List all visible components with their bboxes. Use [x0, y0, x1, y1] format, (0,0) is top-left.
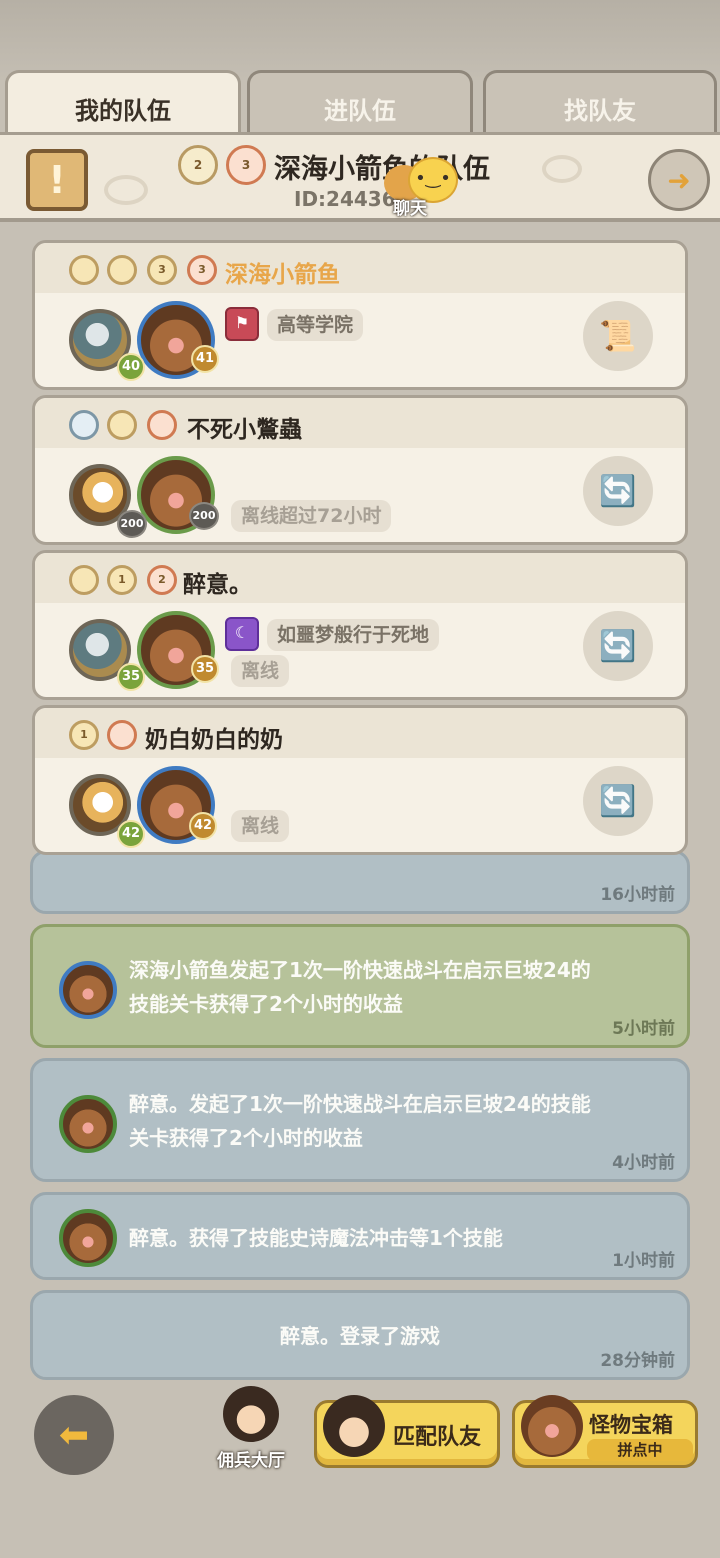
card-scroll-icon[interactable]: 🔄 — [583, 766, 653, 836]
notice-board-icon[interactable]: ! — [26, 149, 88, 211]
dino-badge-icon — [69, 565, 99, 595]
hero-level: 35 — [191, 655, 219, 683]
top-band — [0, 0, 720, 80]
tab-bar: 我的队伍 进队伍 找队友 — [5, 70, 717, 144]
feed-item: 醉意。获得了技能史诗魔法冲击等1个技能 1小时前 — [30, 1192, 690, 1280]
feed-time: 1小时前 — [612, 1251, 675, 1271]
pet-level: 200 — [117, 510, 147, 538]
feed-item: 16小时前 — [30, 850, 690, 914]
member-name: 醉意。 — [183, 572, 252, 598]
rank-badge-icon: 2 — [178, 145, 218, 185]
member-card: 3 3 深海小箭鱼 40 41 ⚑ 高等学院 📜 — [32, 240, 688, 390]
boar-chest-icon — [521, 1395, 583, 1457]
card-scroll-icon[interactable]: 📜 — [583, 301, 653, 371]
feed-item: 醉意。发起了1次一阶快速战斗在启示巨坡24的技能 关卡获得了2个小时的收益 4小… — [30, 1058, 690, 1182]
member-name: 不死小鷩蟲 — [187, 417, 302, 443]
heart-badge-icon: 3 — [226, 145, 266, 185]
feed-text: 深海小箭鱼发起了1次一阶快速战斗在启示巨坡24的 技能关卡获得了2个小时的收益 — [129, 958, 591, 1016]
team-header: ! 2 3 深海小箭鱼的队伍 ID:244366 •‿• ➜ — [0, 132, 720, 222]
feed-item: 深海小箭鱼发起了1次一阶快速战斗在启示巨坡24的 技能关卡获得了2个小时的收益 … — [30, 924, 690, 1048]
tab-find-teammates[interactable]: 找队友 — [483, 70, 717, 140]
feed-avatar — [59, 961, 117, 1019]
leave-team-button[interactable]: ➜ — [648, 149, 710, 211]
feed-time: 5小时前 — [612, 1019, 675, 1039]
mercenary-hall-button[interactable]: 佣兵大厅 — [206, 1386, 296, 1474]
hero-level: 200 — [189, 502, 219, 530]
hero-level: 42 — [189, 812, 217, 840]
mercenary-icon — [223, 1386, 279, 1442]
chest-title: 怪物宝箱 — [589, 1413, 673, 1437]
decor-swirl — [542, 155, 582, 183]
heart-badge-icon: 3 — [187, 255, 217, 285]
feed-avatar — [59, 1209, 117, 1267]
tab-join-team[interactable]: 进队伍 — [247, 70, 473, 140]
pet-level: 35 — [117, 663, 145, 691]
feed-time: 16小时前 — [600, 885, 675, 905]
member-card: 1 奶白奶白的奶 42 42 离线 🔄 — [32, 705, 688, 855]
magnifier-icon — [323, 1395, 385, 1457]
chat-label[interactable]: 聊天 — [393, 194, 427, 219]
chest-status: 拼点中 — [587, 1439, 693, 1461]
guild-name: 高等学院 — [267, 309, 364, 341]
member-card: 1 2 醉意。 35 35 ☾ 如噩梦般行于死地 离线 🔄 — [32, 550, 688, 700]
heart-badge-icon — [147, 410, 177, 440]
mercenary-hall-label: 佣兵大厅 — [217, 1451, 285, 1471]
member-status: 离线超过72小时 — [231, 500, 392, 532]
heart-badge-icon: 2 — [147, 565, 177, 595]
feed-item: 醉意。登录了游戏 28分钟前 — [30, 1290, 690, 1380]
heart-badge-icon — [107, 720, 137, 750]
rank-badge-icon — [107, 410, 137, 440]
guild-emblem-icon: ☾ — [225, 617, 259, 651]
guild-emblem-icon: ⚑ — [225, 307, 259, 341]
back-button[interactable]: ⬅ — [34, 1395, 114, 1475]
member-card: 不死小鷩蟲 200 200 离线超过72小时 🔄 — [32, 395, 688, 545]
member-name: 深海小箭鱼 — [225, 262, 340, 288]
feed-time: 28分钟前 — [600, 1351, 675, 1371]
feed-time: 4小时前 — [612, 1153, 675, 1173]
feed-avatar — [59, 1095, 117, 1153]
rank-badge-icon: 1 — [107, 565, 137, 595]
match-label: 匹配队友 — [393, 1425, 482, 1450]
feed-text: 醉意。获得了技能史诗魔法冲击等1个技能 — [129, 1226, 503, 1250]
match-teammates-button[interactable]: 匹配队友 — [314, 1395, 500, 1468]
member-status: 离线 — [231, 655, 290, 687]
pet-level: 40 — [117, 353, 145, 381]
guild-name: 如噩梦般行于死地 — [267, 619, 440, 651]
card-scroll-icon[interactable]: 🔄 — [583, 456, 653, 526]
card-scroll-icon[interactable]: 🔄 — [583, 611, 653, 681]
rank-badge-icon: 1 — [69, 720, 99, 750]
member-status: 离线 — [231, 810, 290, 842]
monster-chest-button[interactable]: 怪物宝箱 拼点中 — [512, 1395, 698, 1468]
shield-badge-icon — [69, 410, 99, 440]
rank-badge-icon: 3 — [147, 255, 177, 285]
feed-text: 醉意。发起了1次一阶快速战斗在启示巨坡24的技能 关卡获得了2个小时的收益 — [129, 1092, 591, 1150]
dino-badge-icon — [107, 255, 137, 285]
decor-swirl — [104, 175, 148, 205]
pet-level: 42 — [117, 820, 145, 848]
feed-text: 醉意。登录了游戏 — [280, 1324, 440, 1348]
shield-badge-icon — [69, 255, 99, 285]
member-name: 奶白奶白的奶 — [145, 727, 283, 753]
hero-level: 41 — [191, 345, 219, 373]
